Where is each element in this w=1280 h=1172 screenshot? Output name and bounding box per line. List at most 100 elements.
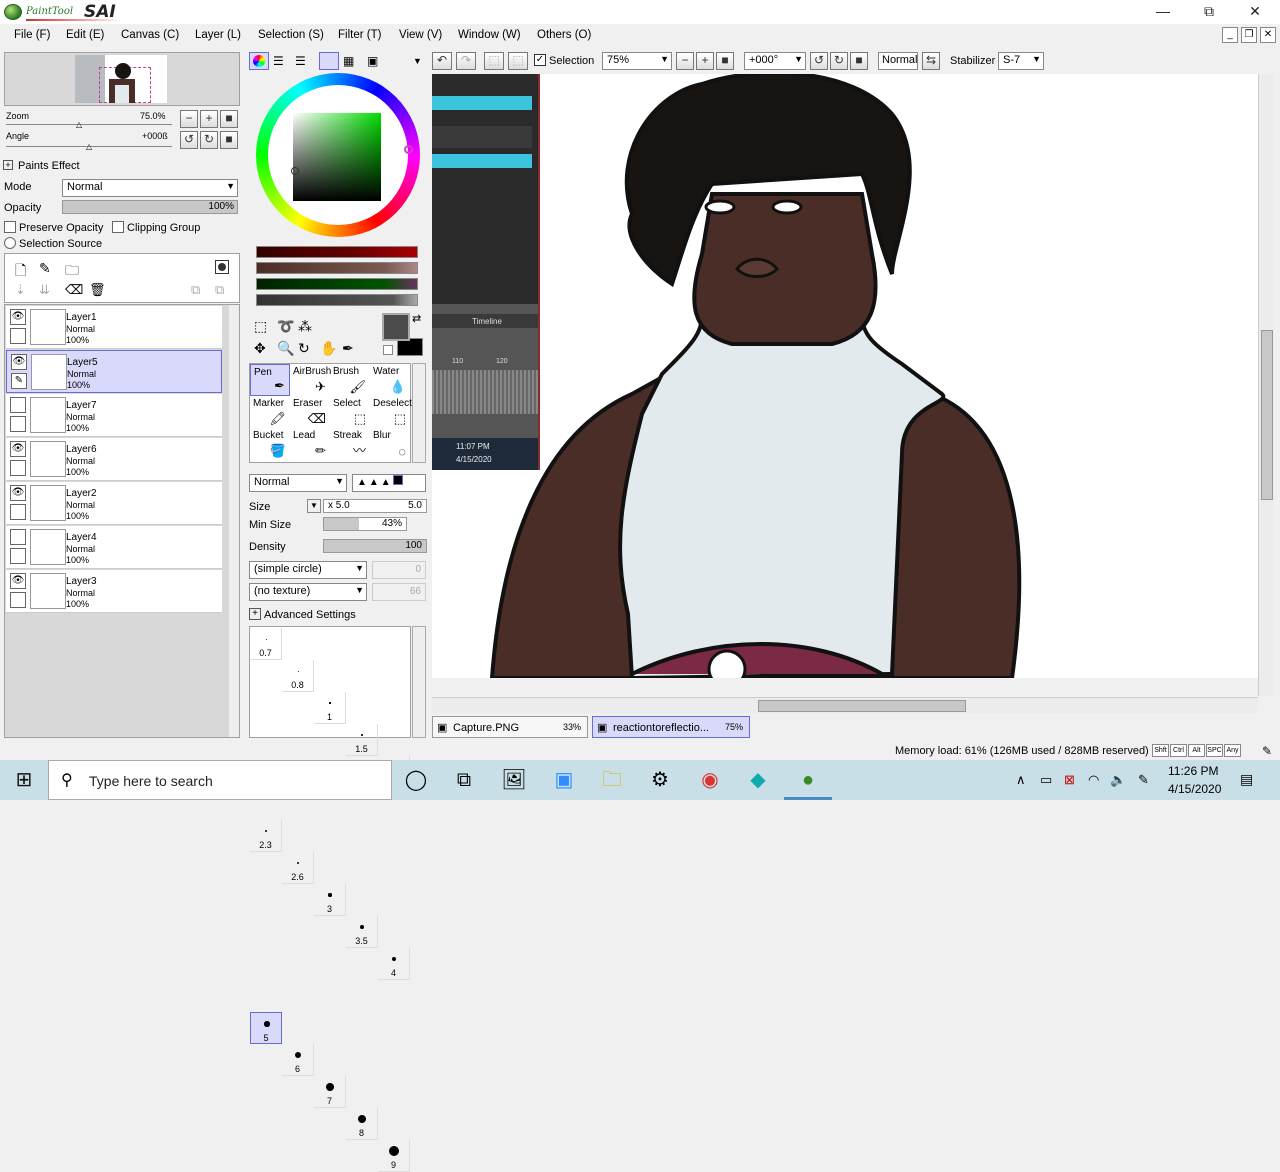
- canvas-blend-select[interactable]: Normal: [878, 52, 918, 70]
- preserve-opacity-checkbox[interactable]: [4, 221, 16, 233]
- value-slider[interactable]: [256, 294, 418, 306]
- tool-scrollbar[interactable]: [412, 363, 426, 463]
- tool-lead[interactable]: Lead ✏: [290, 428, 330, 460]
- canvas-zoom-reset-button[interactable]: ■: [716, 52, 734, 70]
- vertical-scroll-thumb[interactable]: [1261, 330, 1273, 500]
- tab-reaction[interactable]: ▣ reactiontoreflectio... 75%: [592, 716, 750, 738]
- canvas[interactable]: [432, 74, 1258, 678]
- brush-size-preset[interactable]: 3: [314, 884, 346, 916]
- layer-row[interactable]: Layer4 Normal 100%: [6, 526, 222, 569]
- zoom-slider[interactable]: [6, 124, 172, 125]
- new-layer-icon[interactable]: 🗋: [15, 260, 26, 284]
- visibility-toggle[interactable]: [10, 529, 26, 545]
- eye-icon[interactable]: 👁: [10, 309, 26, 325]
- min-size-slider[interactable]: 43%: [323, 517, 407, 531]
- canvas-rotate-right-button[interactable]: ↻: [830, 52, 848, 70]
- layer-row[interactable]: 👁 Layer2 Normal 100%: [6, 482, 222, 525]
- pen-workspace-icon[interactable]: ✎: [1138, 772, 1149, 788]
- layer-row[interactable]: 👁 ✎ Layer5 Normal 100%: [6, 350, 222, 393]
- brush-texture-select[interactable]: (no texture) ▼: [249, 583, 367, 601]
- menu-window[interactable]: Window (W): [458, 29, 521, 41]
- primary-color-swatch[interactable]: [382, 313, 410, 341]
- lock-toggle[interactable]: [10, 416, 26, 432]
- brush-size-preset[interactable]: 6: [282, 1044, 314, 1076]
- task-view-icon[interactable]: ⧉: [440, 760, 488, 800]
- menu-layer[interactable]: Layer (L): [195, 29, 241, 41]
- brush-size-preset[interactable]: 2.6: [282, 852, 314, 884]
- zoom-out-button[interactable]: −: [180, 110, 198, 128]
- brush-size-preset[interactable]: 9: [378, 1140, 410, 1172]
- angle-select[interactable]: +000° ▼: [744, 52, 806, 70]
- default-colors-icon[interactable]: [383, 345, 393, 355]
- move-icon[interactable]: ✥: [254, 340, 266, 357]
- horizontal-scroll-thumb[interactable]: [758, 700, 966, 712]
- rect-select-icon[interactable]: ⬚: [254, 318, 267, 335]
- lock-toggle[interactable]: [10, 504, 26, 520]
- mdi-minimize-icon[interactable]: _: [1222, 27, 1238, 43]
- eyedropper-icon[interactable]: ✒: [342, 340, 354, 357]
- size-slider[interactable]: x 5.0 5.0: [323, 499, 427, 513]
- menu-filter[interactable]: Filter (T): [338, 29, 381, 41]
- layers-scrollbar[interactable]: [229, 305, 239, 737]
- plus-icon[interactable]: +: [3, 160, 13, 170]
- mdi-restore-icon[interactable]: ❐: [1241, 27, 1257, 43]
- file-explorer-icon[interactable]: 🗀: [588, 760, 636, 800]
- chevron-down-icon[interactable]: ▼: [413, 56, 422, 66]
- flip-icon[interactable]: ⇆: [922, 52, 940, 70]
- eye-icon[interactable]: 👁: [10, 441, 26, 457]
- taskbar-search[interactable]: ⚲ Type here to search: [48, 760, 392, 800]
- tool-select[interactable]: Select ⬚: [330, 396, 370, 428]
- brush-size-preset[interactable]: 1: [314, 692, 346, 724]
- angle-slider-thumb[interactable]: △: [86, 142, 92, 151]
- swatches-mode-icon[interactable]: ▦: [343, 54, 354, 68]
- brush-lock-icon[interactable]: ✎: [11, 373, 27, 389]
- clear-layer-icon[interactable]: ⌫: [65, 282, 83, 298]
- mdi-close-icon[interactable]: ✕: [1260, 27, 1276, 43]
- brush-size-preset[interactable]: 7: [314, 1076, 346, 1108]
- lasso-icon[interactable]: ➰: [277, 318, 294, 335]
- eye-icon[interactable]: 👁: [10, 573, 26, 589]
- hue-slider[interactable]: [256, 262, 418, 274]
- lock-toggle[interactable]: [10, 328, 26, 344]
- menu-file[interactable]: File (F): [14, 29, 50, 41]
- menu-selection[interactable]: Selection (S): [258, 29, 324, 41]
- layer-mask-icon[interactable]: [215, 260, 229, 274]
- rotate-left-button[interactable]: ↺: [180, 131, 198, 149]
- zoom-reset-button[interactable]: ■: [220, 110, 238, 128]
- selection-checkbox[interactable]: ✓: [534, 54, 546, 66]
- plus-icon[interactable]: +: [249, 608, 261, 620]
- density-slider[interactable]: 100: [323, 539, 427, 553]
- green-slider[interactable]: [256, 278, 418, 290]
- new-linework-layer-icon[interactable]: ✎: [39, 260, 51, 277]
- color-wheel-mode-icon[interactable]: [249, 52, 269, 70]
- color-wheel[interactable]: [256, 73, 420, 237]
- lock-toggle[interactable]: [10, 548, 26, 564]
- zoom-app-icon[interactable]: ▣: [540, 760, 588, 800]
- notification-icon[interactable]: ▤: [1240, 771, 1253, 788]
- tool-blur[interactable]: Blur ◌: [370, 428, 410, 460]
- canvas-vertical-scrollbar[interactable]: [1258, 74, 1274, 696]
- visibility-toggle[interactable]: [10, 397, 26, 413]
- wifi-icon[interactable]: ◠: [1088, 772, 1099, 788]
- lock-toggle[interactable]: [10, 460, 26, 476]
- tool-eraser[interactable]: Eraser ⌫: [290, 396, 330, 428]
- brush-mode-select[interactable]: Normal ▼: [249, 474, 347, 492]
- tool-water[interactable]: Water 💧: [370, 364, 410, 396]
- tool-deselect[interactable]: Deselect ⬚: [370, 396, 412, 428]
- undo-icon[interactable]: ↶: [432, 52, 452, 70]
- canvas-rotate-reset-button[interactable]: ■: [850, 52, 868, 70]
- canvas-horizontal-scrollbar[interactable]: [432, 697, 1258, 713]
- rotate-right-button[interactable]: ↻: [200, 131, 218, 149]
- delete-layer-icon[interactable]: 🗑: [89, 282, 106, 298]
- new-folder-icon[interactable]: 🗀: [65, 260, 79, 284]
- paint-effect-label[interactable]: Paints Effect: [18, 160, 80, 172]
- battery-icon[interactable]: ▭: [1040, 772, 1052, 788]
- rgb-slider-mode-icon[interactable]: ☰: [273, 54, 284, 68]
- tool-brush[interactable]: Brush 🖌: [330, 364, 370, 396]
- tool-streak[interactable]: Streak 〰: [330, 428, 370, 460]
- red-slider[interactable]: [256, 246, 418, 258]
- brush-shape-select[interactable]: (simple circle) ▼: [249, 561, 367, 579]
- zoom-in-button[interactable]: +: [200, 110, 218, 128]
- rotate-tool-icon[interactable]: ↻: [298, 340, 310, 357]
- eye-icon[interactable]: 👁: [10, 485, 26, 501]
